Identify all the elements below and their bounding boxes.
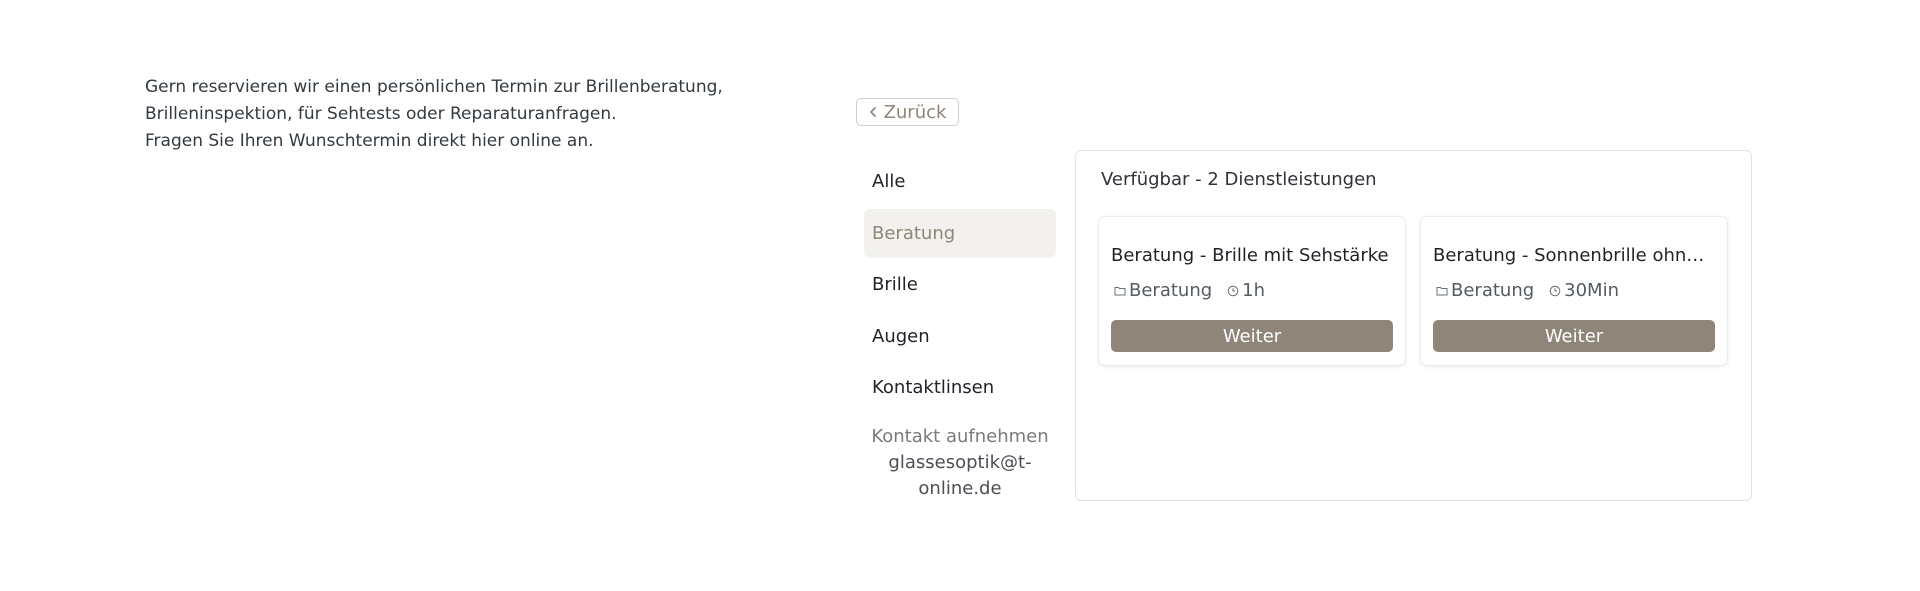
back-button[interactable]: Zurück [856, 98, 959, 126]
service-duration: 1h [1242, 280, 1266, 301]
sidebar-item-kontaktlinsen[interactable]: Kontaktlinsen [864, 363, 1056, 412]
back-button-label: Zurück [883, 101, 947, 123]
panel-title: Verfügbar - 2 Dienstleistungen [1101, 169, 1377, 190]
service-category: Beratung [1129, 280, 1213, 301]
service-card: Beratung - Brille mit Sehstärke Beratung… [1099, 217, 1405, 365]
sidebar-item-label: Augen [872, 325, 930, 347]
clock-icon [1549, 285, 1561, 296]
category-sidebar: Alle Beratung Brille Augen Kontaktlinsen [864, 157, 1056, 415]
contact-email-line: glassesoptik@t- [888, 452, 1032, 473]
sidebar-item-augen[interactable]: Augen [864, 312, 1056, 361]
chevron-left-icon [869, 106, 876, 118]
intro-line: Brilleninspektion, für Sehtests oder Rep… [145, 104, 617, 124]
clock-icon [1227, 285, 1239, 296]
intro-line: Gern reservieren wir einen persönlichen … [145, 77, 723, 97]
service-meta: Beratung 30Min [1433, 280, 1715, 301]
sidebar-item-label: Brille [872, 274, 918, 295]
contact-label: Kontakt aufnehmen [871, 426, 1049, 447]
service-category: Beratung [1451, 280, 1535, 301]
sidebar-item-label: Beratung [872, 222, 956, 244]
contact-email-link[interactable]: glassesoptik@t- online.de [864, 450, 1056, 502]
sidebar-item-alle[interactable]: Alle [864, 157, 1056, 206]
sidebar-item-brille[interactable]: Brille [864, 260, 1056, 309]
service-meta: Beratung 1h [1111, 280, 1393, 301]
service-card: Beratung - Sonnenbrille ohne ... Beratun… [1421, 217, 1727, 365]
sidebar-item-label: Alle [872, 171, 906, 192]
intro-line: Fragen Sie Ihren Wunschtermin direkt hie… [145, 131, 594, 151]
weiter-button[interactable]: Weiter [1433, 320, 1715, 352]
contact-email-line: online.de [918, 478, 1002, 499]
service-title: Beratung - Sonnenbrille ohne ... [1433, 245, 1715, 266]
services-panel: Verfügbar - 2 Dienstleistungen Beratung … [1075, 150, 1752, 501]
sidebar-item-beratung[interactable]: Beratung [864, 208, 1056, 258]
folder-icon [1436, 286, 1448, 295]
intro-text: Gern reservieren wir einen persönlichen … [145, 74, 785, 155]
folder-icon [1114, 286, 1126, 295]
weiter-button[interactable]: Weiter [1111, 320, 1393, 352]
service-cards: Beratung - Brille mit Sehstärke Beratung… [1099, 217, 1727, 365]
service-title: Beratung - Brille mit Sehstärke [1111, 245, 1389, 266]
sidebar-item-label: Kontaktlinsen [872, 377, 995, 398]
service-duration: 30Min [1564, 280, 1619, 301]
contact-info: Kontakt aufnehmen glassesoptik@t- online… [864, 424, 1056, 502]
